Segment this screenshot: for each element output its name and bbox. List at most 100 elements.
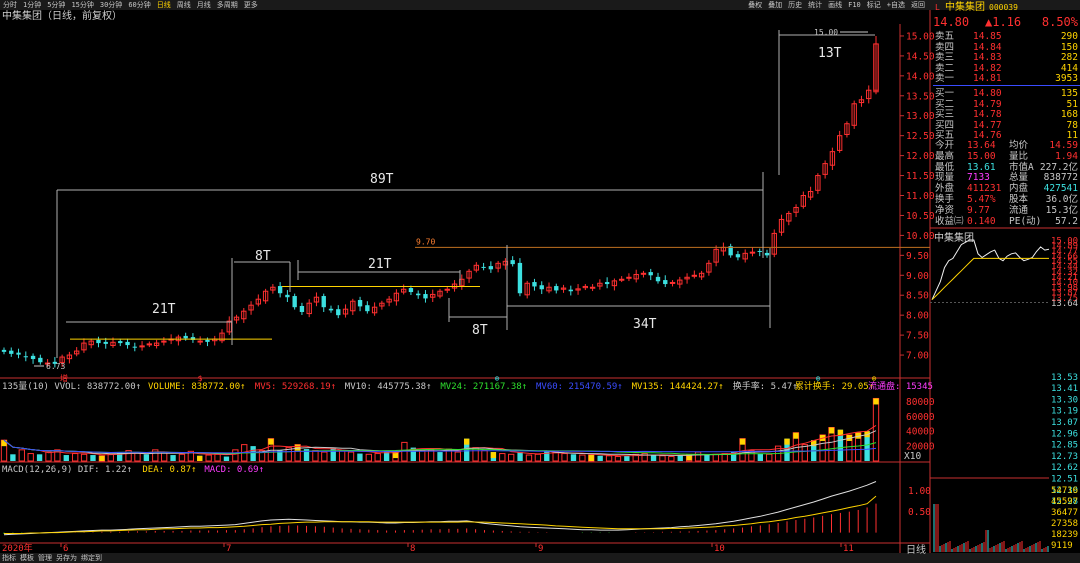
vol-legend-0: 135量(10) VVOL: 838772.00↑ bbox=[2, 381, 141, 392]
intraday-vol-tick-1: 45597 bbox=[1051, 497, 1078, 507]
candle-body-92 bbox=[669, 281, 676, 284]
ann-89T-label: 89T bbox=[370, 172, 394, 187]
stat-row-5: 换手 5.47% 股本 36.0亿 bbox=[935, 194, 1078, 205]
candle-body-76 bbox=[554, 286, 559, 291]
ask-row-1: 卖四 14.84 150 bbox=[935, 41, 1078, 53]
candle-body-16 bbox=[118, 341, 123, 344]
vol-bar-86 bbox=[766, 453, 773, 462]
bottom-tab-4[interactable]: 绑定到 bbox=[79, 553, 104, 563]
vol-bar-cap-66 bbox=[588, 455, 594, 461]
price-tick-label-12: 9.00 bbox=[906, 271, 929, 282]
candle-body-105 bbox=[764, 252, 770, 256]
vol-bar-36 bbox=[321, 451, 328, 462]
candle-body-81 bbox=[589, 286, 596, 289]
vol-bar-16 bbox=[143, 454, 150, 461]
price-tick-label-11: 9.50 bbox=[906, 251, 929, 262]
candle-body-0 bbox=[1, 349, 7, 352]
candle-body-56 bbox=[408, 288, 414, 293]
candle-body-90 bbox=[655, 276, 661, 282]
stock-name: L 中集集团 000039 bbox=[935, 2, 1018, 13]
intraday-vol-tick-2: 36477 bbox=[1051, 508, 1078, 518]
price-tick-label-1: 14.50 bbox=[906, 51, 935, 62]
bid-row-1: 买二 14.79 51 bbox=[935, 98, 1078, 110]
price-tick-label-0: 15.00 bbox=[906, 31, 935, 42]
vol-bar-75 bbox=[668, 456, 675, 462]
vol-bar-43 bbox=[383, 450, 390, 461]
candle-body-40 bbox=[292, 296, 297, 308]
vol-bar-70 bbox=[624, 455, 630, 461]
bottom-tab-0[interactable]: 指标 bbox=[0, 553, 18, 563]
ask-row-4: 卖一 14.81 3953 bbox=[935, 73, 1078, 84]
price-tick-label-4: 13.00 bbox=[906, 111, 935, 122]
vol-legend-7: 换手率: 5.47↑ bbox=[733, 380, 798, 392]
candle-body-83 bbox=[604, 282, 610, 285]
intraday-title: 中集集团 bbox=[934, 233, 974, 244]
vol-tick-label-2: 40000 bbox=[906, 427, 935, 438]
vol-bar-28 bbox=[250, 446, 256, 461]
vol-legend-8: 累计换手: 29.05↑ bbox=[795, 380, 874, 392]
price-tick-label-9: 10.50 bbox=[906, 211, 935, 222]
level-label-970: 9.70 bbox=[416, 237, 435, 246]
price-tick-label-6: 12.00 bbox=[906, 151, 935, 162]
vol-tick-label-0: 80000 bbox=[906, 397, 935, 408]
vol-bar-2 bbox=[18, 449, 25, 462]
ask-row-2: 卖三 14.83 282 bbox=[935, 52, 1078, 63]
intraday-tick-17: 13.07 bbox=[1051, 418, 1078, 428]
stat-row-7: 收益㈢ 0.140 PE(动) 57.2 bbox=[935, 215, 1078, 227]
vol-legend-2: MV5: 529268.19↑ bbox=[255, 382, 336, 392]
intraday-vol-tick-5: 9119 bbox=[1051, 541, 1073, 551]
vol-bar-68 bbox=[605, 455, 613, 462]
intraday-tick-16: 13.19 bbox=[1051, 407, 1078, 417]
vol-bar-64 bbox=[570, 454, 577, 461]
macd-tick-label-0: 1.00 bbox=[908, 486, 931, 497]
candle-body-71 bbox=[517, 262, 523, 294]
candle-body-50 bbox=[365, 305, 370, 312]
ann-21T-b-label: 21T bbox=[368, 257, 392, 272]
kline-chart[interactable]: 15.00 14.50 14.00 13.50 13.00 12.50 12.00 11.50… bbox=[0, 0, 1080, 563]
candle-body-67 bbox=[488, 266, 494, 270]
candle-body-20 bbox=[146, 343, 153, 346]
vol-bar-23 bbox=[205, 454, 212, 462]
macd-legend-1: DEA: 0.87↑ bbox=[142, 465, 196, 475]
macd-dif-line bbox=[3, 481, 877, 536]
candle-body-39 bbox=[285, 294, 290, 298]
intraday-vol-tick-3: 27358 bbox=[1051, 519, 1078, 529]
vol-bar-15 bbox=[134, 452, 141, 462]
candle-body-45 bbox=[328, 308, 334, 311]
vol-bar-98 bbox=[872, 397, 880, 462]
low-label: 6.73 bbox=[46, 362, 65, 371]
macd-legend-0: MACD(12,26,9) DIF: 1.22↑ bbox=[2, 465, 132, 475]
price-tick-label-10: 10.00 bbox=[906, 231, 935, 242]
vol-bar-67 bbox=[597, 455, 603, 461]
candle-body-13 bbox=[96, 339, 101, 344]
vol-bar-cap-83 bbox=[739, 438, 746, 445]
bottom-tab-2[interactable]: 管理 bbox=[36, 553, 54, 563]
candle-body-27 bbox=[197, 340, 203, 343]
vol-bar-63 bbox=[561, 453, 568, 462]
candle-body-73 bbox=[532, 282, 537, 287]
candle-body-86 bbox=[626, 276, 632, 279]
bottom-tab-3[interactable]: 另存为 bbox=[54, 553, 79, 563]
ann-8T-b-label: 8T bbox=[472, 323, 488, 338]
intraday-tick-18: 12.96 bbox=[1051, 429, 1078, 439]
vol-bar-39 bbox=[347, 451, 355, 462]
candle-body-3 bbox=[23, 356, 28, 358]
vol-bar-79 bbox=[704, 455, 710, 461]
ann-8T-a-label: 8T bbox=[255, 249, 271, 264]
macd-dea-line bbox=[4, 495, 877, 534]
vol-legend-5: MV60: 215470.59↑ bbox=[536, 382, 623, 392]
vol-bar-cap-93 bbox=[828, 427, 835, 434]
vol-bar-20 bbox=[178, 453, 186, 462]
bottom-toolbar: 指标 模板 管理 另存为 绑定到 日线 bbox=[0, 545, 1080, 563]
intraday-tick-13: 13.53 bbox=[1051, 373, 1078, 383]
vol-bar-56 bbox=[499, 453, 506, 462]
bottom-tab-1[interactable]: 模板 bbox=[18, 553, 36, 563]
candle-body-85 bbox=[618, 278, 625, 281]
vol-bar-cap-98 bbox=[873, 398, 879, 405]
vol-bar-cap-89 bbox=[793, 432, 799, 439]
vol-bar-12 bbox=[107, 453, 114, 462]
stat-row-1: 最高 15.00 量比 1.94 bbox=[935, 150, 1078, 162]
vol-bar-78 bbox=[694, 451, 702, 462]
candle-body-17 bbox=[125, 341, 130, 346]
price-tick-label-14: 8.00 bbox=[906, 311, 929, 322]
